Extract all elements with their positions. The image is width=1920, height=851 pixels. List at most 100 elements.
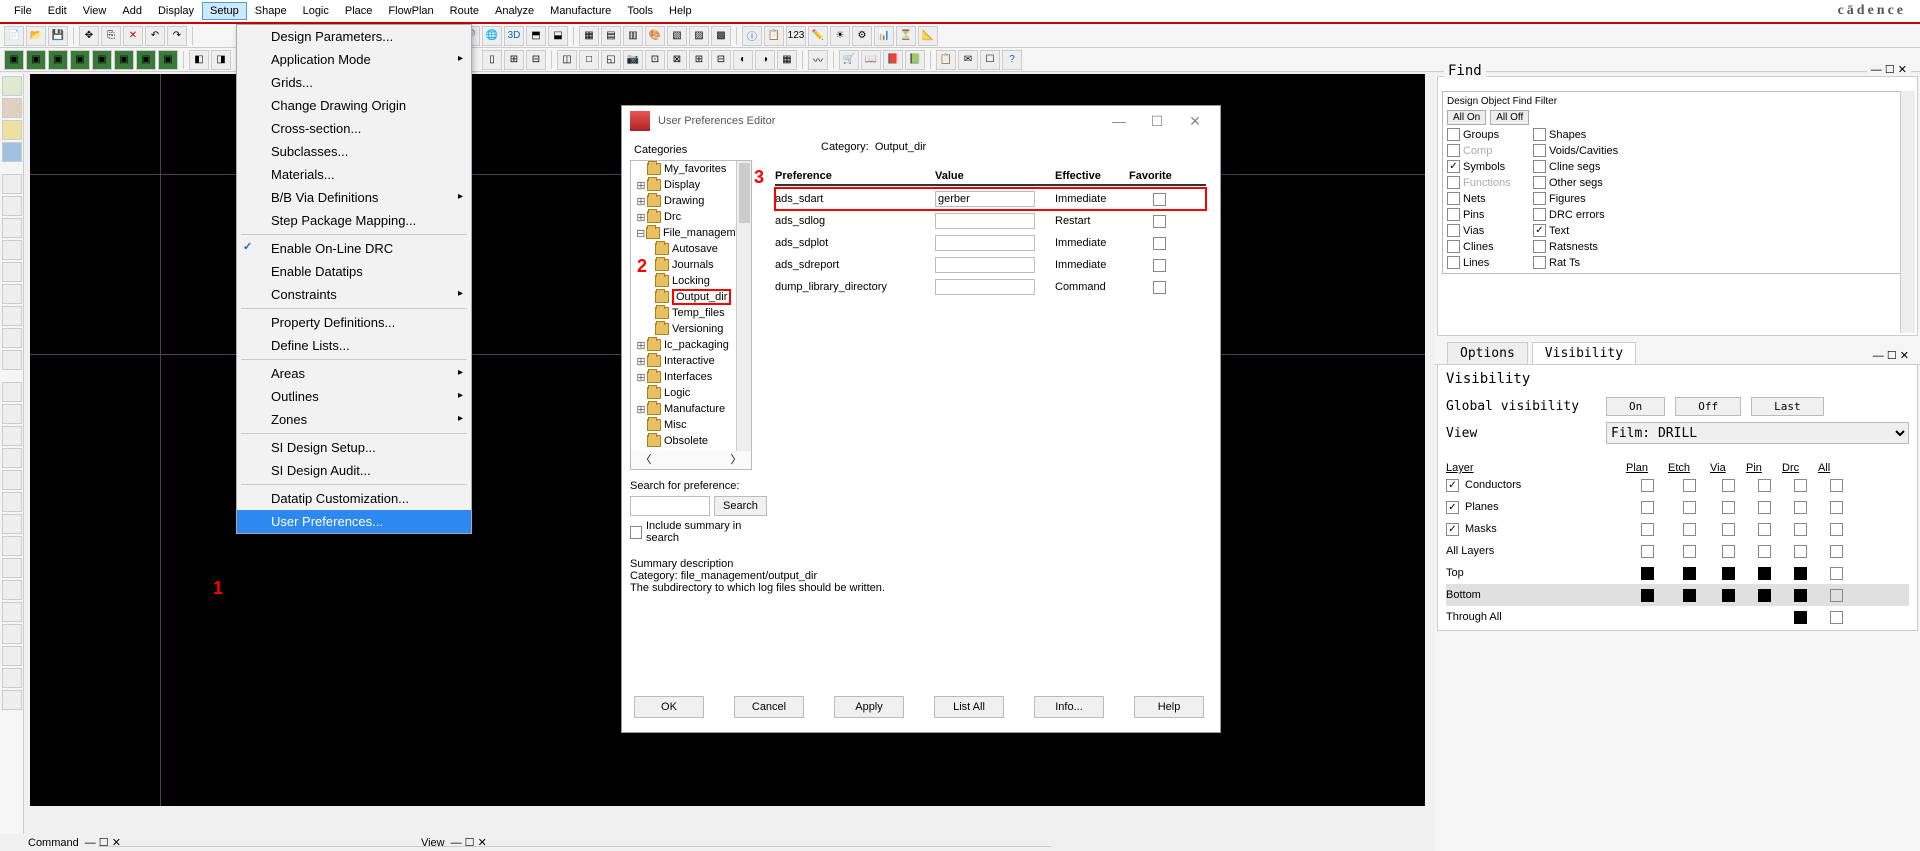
tree-node[interactable]: ⊞Ic_packaging <box>631 337 751 353</box>
v-icon[interactable] <box>2 558 22 578</box>
layer-cell[interactable] <box>1722 567 1735 580</box>
setup-menu-item[interactable]: Design Parameters... <box>237 25 471 48</box>
layer-cell[interactable] <box>1683 589 1696 602</box>
setup-menu-item[interactable]: Application Mode▸ <box>237 48 471 71</box>
tab-options[interactable]: Options <box>1447 342 1528 364</box>
tb-icon[interactable]: ⊞ <box>504 50 524 70</box>
menu-setup[interactable]: Setup <box>202 2 247 20</box>
tb-icon[interactable]: ◧ <box>189 50 209 70</box>
v-icon[interactable] <box>2 262 22 282</box>
tb-3d-icon[interactable]: 3D <box>504 26 524 46</box>
setup-menu-item[interactable]: Step Package Mapping... <box>237 209 471 232</box>
tb-icon[interactable]: ▣ <box>26 50 46 70</box>
layer-cell[interactable] <box>1758 589 1771 602</box>
tb-icon[interactable]: 📗 <box>905 50 925 70</box>
tb-icon[interactable]: ⚙ <box>852 26 872 46</box>
tree-node[interactable]: Autosave <box>631 241 751 257</box>
tb-icon[interactable]: ⊟ <box>526 50 546 70</box>
layer-cell[interactable] <box>1641 545 1654 558</box>
tree-node[interactable]: Versioning <box>631 321 751 337</box>
layer-cell[interactable] <box>1641 479 1654 492</box>
tb-icon[interactable]: ▯ <box>482 50 502 70</box>
v-icon[interactable] <box>2 76 22 96</box>
layer-cell[interactable] <box>1641 523 1654 536</box>
menu-add[interactable]: Add <box>114 2 150 20</box>
layer-cell[interactable] <box>1794 501 1807 514</box>
tb-help-icon[interactable]: ? <box>1002 50 1022 70</box>
layer-cell[interactable] <box>1794 523 1807 536</box>
tree-node[interactable]: ⊞Manufacture <box>631 401 751 417</box>
tb-icon[interactable]: 🛒 <box>839 50 859 70</box>
tb-icon[interactable]: ⬒ <box>526 26 546 46</box>
v-icon[interactable] <box>2 448 22 468</box>
tb-icon[interactable]: ☐ <box>980 50 1000 70</box>
layer-cell[interactable] <box>1830 501 1843 514</box>
pref-favorite-checkbox[interactable] <box>1153 215 1166 228</box>
pref-value-input[interactable] <box>935 257 1035 273</box>
find-checkbox[interactable] <box>1533 160 1546 173</box>
layer-cell[interactable] <box>1758 479 1771 492</box>
pref-value-input[interactable] <box>935 235 1035 251</box>
layer-cell[interactable] <box>1830 611 1843 624</box>
tree-node[interactable]: ⊞Display <box>631 177 751 193</box>
find-checkbox[interactable] <box>1447 128 1460 141</box>
gv-off-button[interactable]: Off <box>1675 397 1741 416</box>
open-icon[interactable]: 📂 <box>26 26 46 46</box>
v-icon[interactable] <box>2 350 22 370</box>
tb-icon[interactable]: 📷 <box>623 50 643 70</box>
tb-icon[interactable]: 〰 <box>808 50 828 70</box>
tree-node[interactable]: ⊞Drawing <box>631 193 751 209</box>
arrow-left-icon[interactable]: 〈 <box>631 451 661 469</box>
tree-node[interactable]: ⊟File_management <box>631 225 751 241</box>
tb-icon[interactable]: 📋 <box>764 26 784 46</box>
setup-menu-item[interactable]: Define Lists... <box>237 334 471 357</box>
find-checkbox[interactable] <box>1533 192 1546 205</box>
tb-icon[interactable]: 📋 <box>936 50 956 70</box>
v-icon[interactable] <box>2 646 22 666</box>
save-icon[interactable]: 💾 <box>48 26 68 46</box>
tb-icon[interactable]: ⬓ <box>548 26 568 46</box>
v-icon[interactable] <box>2 218 22 238</box>
pref-favorite-checkbox[interactable] <box>1153 193 1166 206</box>
tb-icon[interactable]: 📐 <box>918 26 938 46</box>
tb-icon[interactable]: ◑ <box>755 50 775 70</box>
tb-icon[interactable]: ◫ <box>557 50 577 70</box>
v-icon[interactable] <box>2 196 22 216</box>
gv-on-button[interactable]: On <box>1606 397 1665 416</box>
tree-node[interactable]: ⊞Drc <box>631 209 751 225</box>
tb-icon[interactable]: ⊟ <box>711 50 731 70</box>
dialog-titlebar[interactable]: User Preferences Editor — ☐ ✕ <box>622 106 1220 136</box>
find-checkbox[interactable] <box>1533 176 1546 189</box>
dialog-cancel-button[interactable]: Cancel <box>734 696 804 718</box>
setup-menu-item[interactable]: Change Drawing Origin <box>237 94 471 117</box>
tb-icon[interactable]: ⏳ <box>896 26 916 46</box>
move-icon[interactable]: ✥ <box>79 26 99 46</box>
layer-cell[interactable] <box>1758 545 1771 558</box>
tb-icon[interactable]: □ <box>579 50 599 70</box>
menu-display[interactable]: Display <box>150 2 202 20</box>
tab-visibility[interactable]: Visibility <box>1532 342 1636 364</box>
tree-node[interactable]: Output_dir <box>631 289 751 305</box>
minimize-icon[interactable]: — <box>1102 113 1136 129</box>
layer-row[interactable]: Planes <box>1446 496 1909 518</box>
layer-cell[interactable] <box>1830 567 1843 580</box>
tree-node[interactable]: Journals <box>631 257 751 273</box>
pref-value-input[interactable] <box>935 279 1035 295</box>
layer-cell[interactable] <box>1758 567 1771 580</box>
layer-cell[interactable] <box>1722 479 1735 492</box>
scrollbar-horiz[interactable]: 〈 〉 <box>631 451 751 469</box>
menu-analyze[interactable]: Analyze <box>487 2 542 20</box>
layer-cell[interactable] <box>1830 523 1843 536</box>
view-select[interactable]: Film: DRILL <box>1606 422 1909 444</box>
redo-icon[interactable]: ↷ <box>167 26 187 46</box>
menu-view[interactable]: View <box>75 2 115 20</box>
dialog-listall-button[interactable]: List All <box>934 696 1004 718</box>
tree-node[interactable]: Obsolete <box>631 433 751 449</box>
tb-icon[interactable]: ⊠ <box>667 50 687 70</box>
v-icon[interactable] <box>2 426 22 446</box>
pref-favorite-checkbox[interactable] <box>1153 281 1166 294</box>
search-input[interactable] <box>630 496 710 516</box>
tb-icon[interactable]: ⊞ <box>689 50 709 70</box>
layer-cell[interactable] <box>1794 611 1807 624</box>
tb-icon[interactable]: ✉ <box>958 50 978 70</box>
